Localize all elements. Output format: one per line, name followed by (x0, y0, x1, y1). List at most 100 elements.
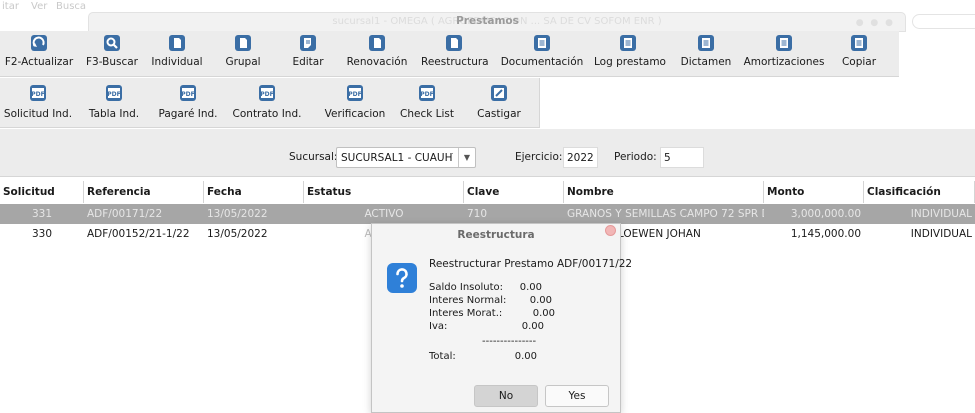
solicitud-ind-button-label: Solicitud Ind. (3, 108, 73, 120)
column-header-estatus[interactable]: Estatus (304, 181, 464, 203)
periodo-field[interactable]: 5 (660, 147, 704, 168)
tabla-ind-button[interactable]: PDF Tabla Ind. (84, 78, 144, 127)
interes-morat-value: 0.00 (532, 308, 555, 319)
cell-nombre: GRANOS Y SEMILLAS CAMPO 72 SPR DE RL (567, 208, 764, 220)
close-icon[interactable] (605, 225, 616, 236)
reestructura-button-label: Reestructura (421, 56, 489, 68)
pdf-icon: PDF (259, 85, 275, 101)
background-menu-item: Busca (56, 1, 87, 12)
refresh-button[interactable]: F2-Actualizar (0, 31, 78, 76)
dialog-title: Reestructura (457, 229, 535, 241)
background-menu-item: Ver (31, 1, 48, 12)
column-header-fecha[interactable]: Fecha (204, 181, 304, 203)
check-list-button-label: Check List (400, 108, 454, 120)
pdf-icon-text: PDF (181, 91, 194, 98)
yes-button[interactable]: Yes (545, 385, 609, 407)
column-header-referencia[interactable]: Referencia (84, 181, 204, 203)
log-prestamo-button-label: Log prestamo (594, 56, 666, 68)
list-icon (776, 35, 792, 51)
column-header-monto[interactable]: Monto (764, 181, 864, 203)
contrato-ind-button[interactable]: PDF Contrato Ind. (228, 78, 306, 127)
iva-value: 0.00 (521, 321, 544, 332)
file-icon (235, 35, 251, 51)
column-header-solicitud[interactable]: Solicitud (0, 181, 84, 203)
search-button[interactable]: F3-Buscar (84, 31, 140, 76)
filter-bar: Sucursal: SUCURSAL1 - CUAUHTEMOC ▼ Ejerc… (0, 129, 975, 177)
pagare-ind-button[interactable]: PDF Pagaré Ind. (156, 78, 220, 127)
cell-clasificacion: INDIVIDUAL (910, 228, 972, 240)
no-button[interactable]: No (474, 385, 538, 407)
pdf-icon: PDF (419, 85, 435, 101)
total-label: Total: (429, 351, 456, 362)
cell-solicitud: 331 (31, 208, 53, 220)
edit-icon (491, 85, 507, 101)
edit-button-label: Editar (292, 56, 324, 68)
verificacion-button[interactable]: PDF Verificacion (320, 78, 390, 127)
pdf-icon: PDF (347, 85, 363, 101)
total-separator: --------------- (482, 336, 537, 347)
pdf-icon-text: PDF (31, 91, 44, 98)
file-icon (169, 35, 185, 51)
pdf-icon-text: PDF (107, 91, 120, 98)
pagare-ind-button-label: Pagaré Ind. (158, 108, 218, 120)
pdf-icon-text: PDF (420, 91, 433, 98)
reestructura-dialog: Reestructura Reestructurar Prestamo ADF/… (371, 223, 632, 413)
cell-fecha: 13/05/2022 (207, 208, 268, 220)
renovacion-button-label: Renovación (346, 56, 408, 68)
ejercicio-label: Ejercicio: (515, 151, 563, 163)
pdf-icon: PDF (106, 85, 122, 101)
pdf-icon: PDF (30, 85, 46, 101)
individual-button[interactable]: Individual (148, 31, 206, 76)
table-row[interactable]: 331 ADF/00171/22 13/05/2022 ACTIVO 710 G… (0, 204, 975, 224)
solicitud-ind-button[interactable]: PDF Solicitud Ind. (0, 78, 76, 127)
documentacion-button-label: Documentación (500, 56, 584, 68)
cell-fecha: 13/05/2022 (207, 228, 268, 240)
interes-morat-label: Interes Morat.: (429, 308, 503, 319)
column-header-clave[interactable]: Clave (464, 181, 564, 203)
interes-normal-value: 0.00 (529, 295, 552, 306)
saldo-insoluto-label: Saldo Insoluto: (429, 282, 504, 293)
renovacion-button[interactable]: Renovación (341, 31, 413, 76)
ejercicio-field[interactable]: 2022 (563, 147, 598, 168)
sucursal-select[interactable]: SUCURSAL1 - CUAUHTEMOC ▼ (336, 147, 476, 168)
interes-normal-label: Interes Normal: (429, 295, 507, 306)
reestructura-button[interactable]: Reestructura (421, 31, 489, 76)
copiar-button[interactable]: Copiar (836, 31, 882, 76)
castigar-button[interactable]: Castigar (472, 78, 526, 127)
cell-monto: 1,145,000.00 (790, 228, 861, 240)
sucursal-label: Sucursal: (289, 151, 338, 163)
cell-monto: 3,000,000.00 (790, 208, 861, 220)
list-icon (620, 35, 636, 51)
dialog-message: Reestructurar Prestamo ADF/00171/22 (429, 258, 633, 270)
pdf-icon-text: PDF (348, 91, 361, 98)
grupal-button[interactable]: Grupal (218, 31, 268, 76)
check-list-button[interactable]: PDF Check List (398, 78, 456, 127)
castigar-button-label: Castigar (477, 108, 521, 120)
documentacion-button[interactable]: Documentación (500, 31, 584, 76)
contrato-ind-button-label: Contrato Ind. (232, 108, 302, 120)
log-prestamo-button[interactable]: Log prestamo (594, 31, 666, 76)
column-header-clasificacion[interactable]: Clasificación (864, 181, 975, 203)
main-toolbar: F2-Actualizar F3-Buscar Individual Grupa… (0, 31, 899, 77)
column-header-nombre[interactable]: Nombre (564, 181, 764, 203)
copiar-button-label: Copiar (841, 56, 877, 68)
list-icon (851, 35, 867, 51)
search-button-label: F3-Buscar (86, 56, 138, 68)
amortizaciones-button[interactable]: Amortizaciones (742, 31, 826, 76)
periodo-label: Periodo: (614, 151, 657, 163)
dictamen-button[interactable]: Dictamen (678, 31, 734, 76)
chevron-down-icon[interactable]: ▼ (458, 148, 475, 167)
dictamen-button-label: Dictamen (680, 56, 732, 68)
pdf-icon: PDF (180, 85, 196, 101)
window-title: Prestamos (456, 15, 519, 27)
cell-clasificacion: INDIVIDUAL (910, 208, 972, 220)
cell-solicitud: 330 (31, 228, 53, 240)
edit-button[interactable]: Editar (284, 31, 332, 76)
cell-estatus: ACTIVO (364, 208, 404, 220)
cell-referencia: ADF/00171/22 (87, 208, 163, 220)
background-search-box (912, 14, 975, 29)
table-header: Solicitud Referencia Fecha Estatus Clave… (0, 181, 975, 203)
edit-icon (300, 35, 316, 51)
question-icon (387, 263, 417, 293)
tabla-ind-button-label: Tabla Ind. (88, 108, 140, 120)
